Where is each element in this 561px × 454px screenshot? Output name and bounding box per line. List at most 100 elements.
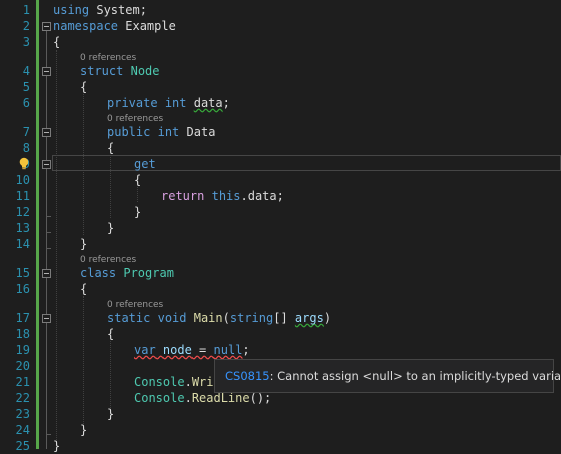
- keyword: public: [107, 125, 151, 139]
- code-text: ;: [222, 96, 230, 110]
- control-keyword: return: [161, 189, 205, 203]
- line-number: 22: [15, 391, 30, 405]
- code-line-25: }: [53, 439, 61, 453]
- line-number: 14: [15, 237, 30, 251]
- code-line-10: {: [134, 173, 142, 187]
- outline-end-tick: [46, 434, 51, 435]
- collapse-method-icon[interactable]: [42, 314, 51, 323]
- code-line-11: return this.data;: [161, 188, 284, 204]
- keyword[interactable]: var: [134, 343, 156, 357]
- indent-guide: [56, 50, 57, 442]
- line-number: 19: [15, 343, 30, 357]
- codelens-references[interactable]: 0 references: [107, 300, 163, 310]
- field-name: data: [193, 96, 223, 110]
- keyword: string: [229, 311, 274, 325]
- error-code-link[interactable]: CS0815: [225, 369, 270, 383]
- collapse-property-icon[interactable]: [42, 128, 51, 137]
- line-number: 6: [22, 96, 30, 110]
- line-number: 11: [15, 189, 30, 203]
- code-line-21: Console.Writ: [134, 374, 221, 390]
- code-text: ): [323, 311, 332, 325]
- code-line-24: }: [80, 423, 88, 437]
- codelens-references[interactable]: 0 references: [80, 255, 136, 265]
- line-number: 18: [15, 327, 30, 341]
- line-number: 12: [15, 205, 30, 219]
- keyword: class: [80, 266, 117, 280]
- code-line-15: class Program: [80, 265, 174, 281]
- code-line-2: namespace Example: [53, 18, 176, 34]
- collapse-class-icon[interactable]: [42, 269, 51, 278]
- error-message: : Cannot assign <null> to an implicitly-…: [269, 369, 561, 383]
- current-line-highlight: [52, 155, 561, 171]
- code-text: .: [184, 391, 192, 405]
- code-text: System;: [89, 3, 147, 17]
- error-tooltip: CS0815: Cannot assign <null> to an impli…: [214, 359, 561, 393]
- keyword[interactable]: null: [214, 343, 243, 357]
- line-number: 15: [15, 266, 30, 280]
- indent-guide: [110, 341, 111, 410]
- outline-end-tick: [46, 216, 51, 217]
- codelens-references[interactable]: 0 references: [107, 114, 163, 124]
- code-text: (: [222, 311, 230, 325]
- code-line-9: get: [134, 156, 156, 172]
- code-line-6: private int data;: [107, 95, 230, 111]
- line-number: 10: [15, 173, 30, 187]
- line-number: 23: [15, 407, 30, 421]
- keyword: private: [107, 96, 158, 110]
- code-text: ();: [249, 391, 272, 405]
- code-text: ;: [242, 343, 250, 357]
- code-line-23: }: [107, 407, 115, 421]
- code-line-8: {: [107, 141, 115, 155]
- code-line-7: public int Data: [107, 124, 215, 140]
- code-line-14: }: [80, 237, 88, 251]
- outline-end-tick: [46, 232, 51, 233]
- indent-guide: [137, 187, 138, 202]
- collapse-getter-icon[interactable]: [42, 160, 51, 169]
- keyword: static: [107, 311, 151, 325]
- code-text: []: [273, 311, 295, 325]
- code-text: =: [191, 343, 214, 357]
- property-name: Data: [186, 125, 216, 139]
- code-text: .: [184, 375, 192, 389]
- outline-line: [46, 31, 47, 449]
- code-line-12: }: [134, 205, 142, 219]
- line-number: 8: [22, 141, 30, 155]
- code-text: .data;: [240, 189, 284, 203]
- line-number: 7: [22, 125, 30, 139]
- method-name: ReadLine: [191, 391, 250, 405]
- code-line-13: }: [107, 221, 115, 235]
- type-name: Console: [134, 375, 185, 389]
- code-line-1: using System;: [53, 2, 147, 18]
- code-line-16: {: [80, 282, 88, 296]
- variable-name[interactable]: node: [163, 343, 192, 357]
- code-line-17: static void Main(string[] args): [107, 310, 331, 326]
- line-number: 5: [22, 80, 30, 94]
- line-number: 21: [15, 375, 30, 389]
- lightbulb-icon[interactable]: [18, 157, 30, 170]
- line-number: 13: [15, 221, 30, 235]
- indent-guide: [83, 296, 84, 426]
- codelens-references[interactable]: 0 references: [80, 53, 136, 63]
- code-line-4: struct Node: [80, 63, 160, 79]
- keyword: get: [134, 157, 156, 171]
- collapse-struct-icon[interactable]: [42, 67, 51, 76]
- collapse-namespace-icon[interactable]: [42, 22, 51, 31]
- keyword: namespace: [53, 19, 119, 33]
- line-number: 3: [22, 35, 30, 49]
- parameter-name: args: [294, 311, 324, 325]
- method-name: Main: [193, 311, 223, 325]
- line-number: 25: [15, 439, 30, 453]
- code-line-18: {: [107, 327, 115, 341]
- type-name: Node: [130, 64, 160, 78]
- line-number: 17: [15, 311, 30, 325]
- line-number: 24: [15, 423, 30, 437]
- code-line-19: var node = null;: [134, 342, 250, 358]
- code-line-5: {: [80, 80, 88, 94]
- line-number: 20: [15, 359, 30, 373]
- code-text: Example: [118, 19, 176, 33]
- keyword: this: [211, 189, 241, 203]
- keyword: int: [157, 125, 180, 139]
- code-editor[interactable]: 1 2 3 4 5 6 7 8 9 10 11 12 13 14 15 16 1…: [0, 0, 561, 453]
- keyword: int: [164, 96, 187, 110]
